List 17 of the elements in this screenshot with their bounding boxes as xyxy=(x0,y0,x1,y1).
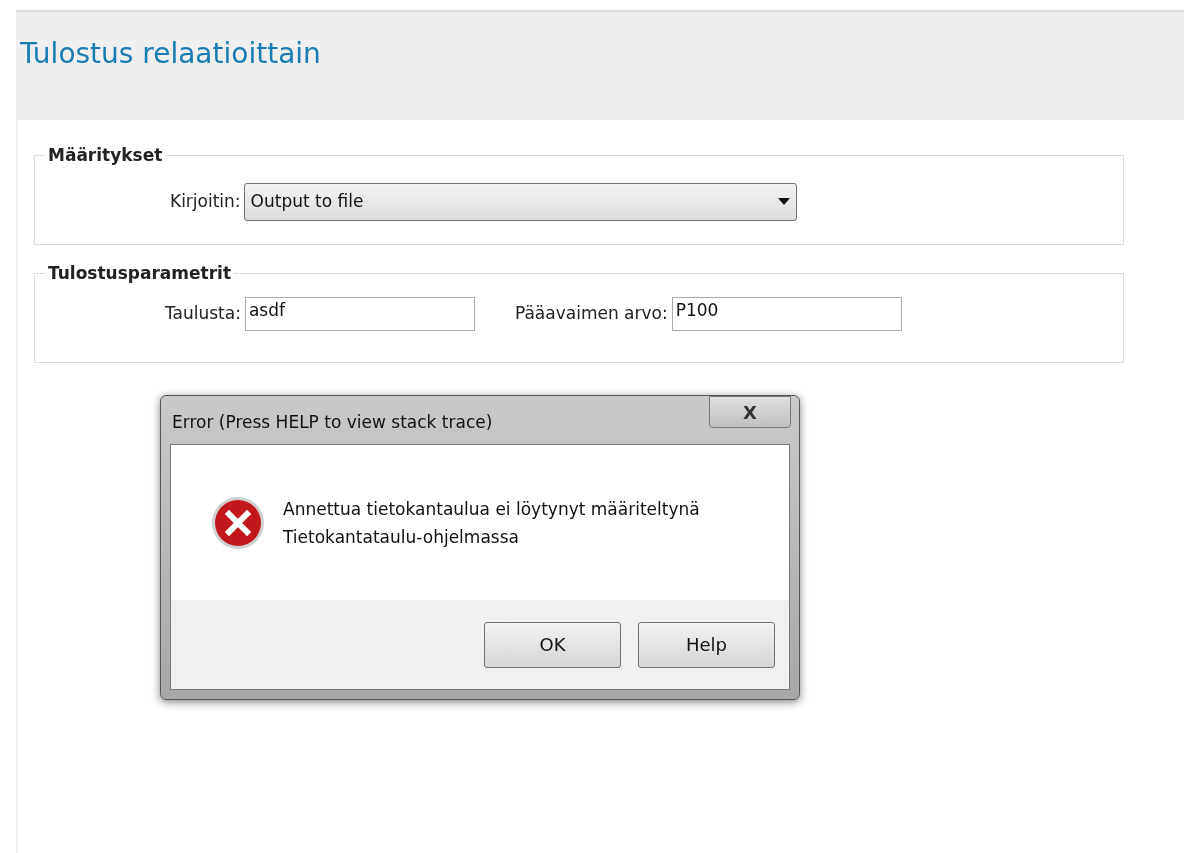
field-label: Kirjoitin: xyxy=(170,189,241,213)
dialog-button[interactable]: Help xyxy=(638,621,775,668)
dialog-title: Error (Press HELP to view stack trace) xyxy=(172,411,493,434)
field-label: Pääavaimen arvo: xyxy=(514,301,668,325)
field-label: Taulusta: xyxy=(165,301,241,325)
close-button[interactable]: X xyxy=(709,396,791,428)
error-icon xyxy=(211,495,265,550)
error-message: Tietokantataulu-ohjelmassa xyxy=(283,525,520,549)
dialog-button[interactable]: OK xyxy=(484,621,621,668)
page-title: Tulostus relaatioittain xyxy=(20,36,322,72)
error-message: Annettua tietokantaulua ei löytynyt määriteltynä xyxy=(283,497,700,521)
dropdown-arrow-icon xyxy=(777,198,790,205)
input-field[interactable]: asdf xyxy=(244,296,475,331)
printer-select[interactable]: Output to file xyxy=(243,182,797,221)
input-field[interactable]: P100 xyxy=(671,296,902,331)
group-title: Tulostusparametrit xyxy=(47,262,232,285)
group-title: Määritykset xyxy=(47,144,164,167)
